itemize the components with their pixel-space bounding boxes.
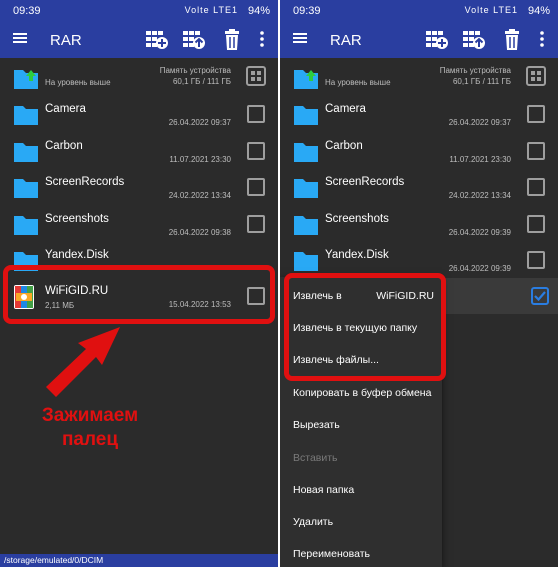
extract-archive-icon[interactable] [182, 29, 206, 56]
folder-date: 24.02.2022 13:34 [168, 191, 231, 200]
folder-date: 26.04.2022 09:38 [168, 228, 231, 237]
add-archive-icon[interactable] [145, 29, 169, 56]
network-icons: Volte LTE1 [184, 5, 238, 15]
folder-date: 11.07.2021 23:30 [169, 155, 231, 164]
folder-icon [13, 102, 39, 131]
toolbar: RAR [280, 22, 558, 58]
select-checkbox[interactable] [247, 142, 265, 160]
annotation-text: Зажимаем палец [20, 404, 160, 452]
folder-date: 11.07.2021 23:30 [449, 155, 511, 164]
toolbar: RAR [0, 22, 278, 58]
add-archive-icon[interactable] [425, 29, 449, 56]
highlight-box [3, 265, 275, 324]
folder-row[interactable]: Camera 26.04.2022 09:37 [0, 96, 278, 132]
folder-date: 24.02.2022 13:34 [448, 191, 511, 200]
folder-row[interactable]: ScreenRecords 24.02.2022 13:34 [280, 169, 558, 205]
folder-name: Camera [45, 103, 86, 115]
folder-icon [293, 139, 319, 168]
menu-item-cut[interactable]: Вырезать [293, 419, 340, 431]
arrow-annotation [46, 327, 120, 397]
app-title: RAR [50, 32, 82, 49]
storage-size: 60,1 ГБ / 111 ГБ [452, 77, 511, 86]
select-checkbox[interactable] [527, 178, 545, 196]
network-icons: Volte LTE1 [464, 5, 518, 15]
folder-name: Carbon [325, 140, 363, 152]
folder-row[interactable]: Carbon 11.07.2021 23:30 [280, 133, 558, 169]
folder-date: 26.04.2022 09:39 [448, 228, 511, 237]
app-title: RAR [330, 32, 362, 49]
menu-item-new-folder[interactable]: Новая папка [293, 484, 354, 496]
annotation-line-2: палец [61, 429, 119, 450]
status-time: 09:39 [293, 5, 321, 17]
left-phone-screen: 09:39 Volte LTE1 94% RAR На уровень выше… [0, 0, 278, 567]
status-time: 09:39 [13, 5, 41, 17]
folder-up-icon [13, 66, 39, 95]
select-checkbox[interactable] [527, 142, 545, 160]
folder-icon [13, 212, 39, 241]
folder-up-icon [293, 66, 319, 95]
storage-size: 60,1 ГБ / 111 ГБ [172, 77, 231, 86]
parent-directory-row[interactable]: На уровень выше Память устройства 60,1 Г… [0, 60, 278, 96]
trash-icon[interactable] [503, 29, 521, 56]
current-path: /storage/emulated/0/DCIM [4, 555, 104, 565]
extract-archive-icon[interactable] [462, 29, 486, 56]
grid-view-icon[interactable] [246, 66, 266, 91]
folder-name: ScreenRecords [45, 176, 125, 188]
folder-date: 26.04.2022 09:37 [168, 118, 231, 127]
highlight-box [284, 273, 446, 381]
battery-level: 94% [527, 5, 550, 17]
folder-name: ScreenRecords [325, 176, 405, 188]
folder-row[interactable]: Carbon 11.07.2021 23:30 [0, 133, 278, 169]
parent-directory-row[interactable]: На уровень выше Память устройства 60,1 Г… [280, 60, 558, 96]
folder-name: Camera [325, 103, 366, 115]
checked-checkbox[interactable] [531, 287, 549, 305]
select-checkbox[interactable] [527, 215, 545, 233]
menu-icon[interactable] [292, 30, 308, 51]
folder-row[interactable]: Camera 26.04.2022 09:37 [280, 96, 558, 132]
more-options-icon[interactable] [539, 29, 545, 54]
folder-icon [293, 102, 319, 131]
menu-item-rename[interactable]: Переименовать [293, 548, 370, 560]
menu-item-copy[interactable]: Копировать в буфер обмена [293, 387, 431, 399]
status-bar: 09:39 Volte LTE1 94% [0, 0, 278, 22]
grid-view-icon[interactable] [526, 66, 546, 91]
folder-date: 26.04.2022 09:39 [448, 264, 511, 273]
parent-directory-label: На уровень выше [325, 78, 391, 87]
folder-name: Yandex.Disk [325, 249, 389, 261]
folder-name: Carbon [45, 140, 83, 152]
more-options-icon[interactable] [259, 29, 265, 54]
select-checkbox[interactable] [247, 105, 265, 123]
folder-row[interactable]: Screenshots 26.04.2022 09:39 [280, 206, 558, 242]
battery-level: 94% [247, 5, 270, 17]
select-checkbox[interactable] [247, 215, 265, 233]
folder-row[interactable]: Screenshots 26.04.2022 09:38 [0, 206, 278, 242]
select-checkbox[interactable] [527, 251, 545, 269]
storage-name: Память устройства [159, 66, 231, 75]
right-phone-screen: 09:39 Volte LTE1 94% RAR На уровень выше… [280, 0, 558, 567]
storage-name: Память устройства [439, 66, 511, 75]
folder-name: Screenshots [325, 213, 389, 225]
folder-icon [293, 212, 319, 241]
path-bar: /storage/emulated/0/DCIM [0, 554, 278, 567]
folder-name: Yandex.Disk [45, 249, 109, 261]
select-checkbox[interactable] [247, 178, 265, 196]
folder-icon [293, 175, 319, 204]
status-bar: 09:39 Volte LTE1 94% [280, 0, 558, 22]
annotation-line-1: Зажимаем [41, 405, 139, 426]
trash-icon[interactable] [223, 29, 241, 56]
menu-item-delete[interactable]: Удалить [293, 516, 333, 528]
folder-icon [13, 175, 39, 204]
menu-item-paste: Вставить [293, 452, 338, 464]
folder-icon [13, 139, 39, 168]
folder-date: 26.04.2022 09:37 [448, 118, 511, 127]
select-checkbox[interactable] [527, 105, 545, 123]
folder-name: Screenshots [45, 213, 109, 225]
menu-icon[interactable] [12, 30, 28, 51]
folder-row[interactable]: ScreenRecords 24.02.2022 13:34 [0, 169, 278, 205]
parent-directory-label: На уровень выше [45, 78, 111, 87]
